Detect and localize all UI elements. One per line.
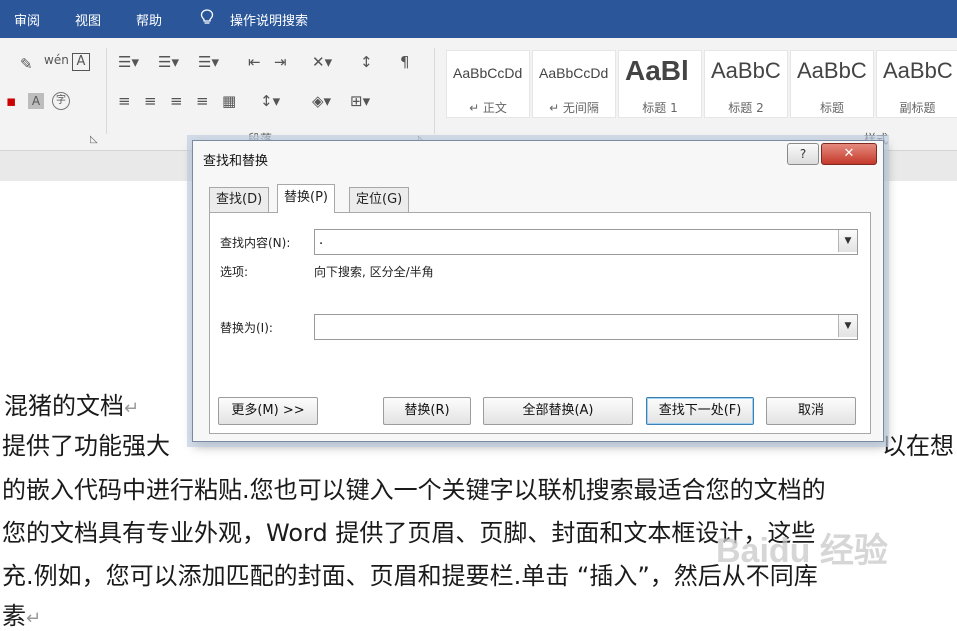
shading-icon[interactable]: ◈▾ [312, 93, 331, 109]
document-line[interactable]: 以在想 [882, 426, 954, 461]
character-shading-icon[interactable]: A [28, 93, 44, 109]
enclose-characters-icon[interactable]: 字 [52, 92, 70, 110]
show-marks-icon[interactable]: ¶ [400, 54, 410, 70]
document-line[interactable]: 提供了功能强大 [2, 426, 170, 461]
style-name: 标题 1 [642, 101, 678, 115]
replace-panel: 查找内容(N): . ▼ 选项: 向下搜索, 区分全/半角 替换为(I): ▼ … [209, 212, 871, 434]
lightbulb-icon [200, 9, 214, 24]
dialog-title: 查找和替换 [203, 154, 269, 169]
style-name: 标题 [819, 101, 844, 115]
borders-icon[interactable]: ⊞▾ [350, 93, 370, 109]
replace-button[interactable]: 替换(R) [383, 397, 471, 425]
help-button[interactable]: ? [787, 143, 819, 165]
find-what-label: 查找内容(N): [220, 236, 291, 250]
style-subtitle[interactable]: AaBbC 副标题 [876, 50, 957, 118]
character-border-icon[interactable]: A [72, 53, 90, 71]
multilevel-list-icon[interactable]: ☰▾ [198, 54, 219, 70]
more-button[interactable]: 更多(M) >> [218, 397, 318, 425]
tab-review[interactable]: 审阅 [14, 10, 40, 29]
style-heading-2[interactable]: AaBbC 标题 2 [704, 50, 788, 118]
chevron-down-icon[interactable]: ▼ [838, 230, 857, 252]
bullets-icon[interactable]: ☰▾ [118, 54, 139, 70]
watermark: Baidu 经验 [716, 532, 888, 570]
style-name: ↵ 无间隔 [549, 101, 599, 115]
sort-icon[interactable]: ↕ [360, 54, 373, 70]
style-name: 副标题 [899, 101, 936, 115]
font-color-dropdown-icon[interactable]: ▪ [6, 93, 16, 109]
align-center-icon[interactable]: ≡ [144, 93, 157, 109]
paragraph-mark: ↵ [124, 398, 140, 419]
ribbon: ✎ wén A ▪ A 字 ◺ ☰▾ ☰▾ ☰▾ ⇤ ⇥ ✕▾ ↕ ¶ ≡ ≡ … [0, 38, 957, 151]
document-line[interactable]: 的嵌入代码中进行粘贴.您也可以键入一个关键字以联机搜索最适合您的文档的 [2, 470, 826, 505]
close-button[interactable]: ✕ [821, 143, 877, 165]
find-next-button[interactable]: 查找下一处(F) [646, 397, 754, 425]
style-sample: AaBbCcDd [453, 65, 523, 81]
style-no-spacing[interactable]: AaBbCcDd ↵ 无间隔 [532, 50, 616, 118]
tab-view[interactable]: 视图 [75, 10, 101, 29]
tab-help[interactable]: 帮助 [136, 10, 162, 29]
document-heading-line[interactable]: 混猪的文档↵ [4, 386, 139, 421]
align-left-icon[interactable]: ≡ [118, 93, 131, 109]
chevron-down-icon[interactable]: ▼ [838, 315, 857, 337]
paragraph-mark: ↵ [26, 608, 42, 629]
tab-replace[interactable]: 替换(P) [277, 184, 335, 213]
line-spacing-icon[interactable]: ↕▾ [260, 93, 280, 109]
style-normal[interactable]: AaBbCcDd ↵ 正文 [446, 50, 530, 118]
numbering-icon[interactable]: ☰▾ [158, 54, 179, 70]
replace-with-input[interactable]: ▼ [314, 314, 858, 340]
style-sample: AaBl [625, 55, 689, 86]
clear-formatting-icon[interactable]: ✎ [20, 56, 33, 72]
decrease-indent-icon[interactable]: ⇤ [248, 54, 261, 70]
ribbon-tab-bar: 审阅 视图 帮助 操作说明搜索 [0, 0, 957, 38]
style-sample: AaBbC [797, 58, 867, 83]
phonetic-guide-icon[interactable]: wén [44, 52, 69, 68]
tab-find[interactable]: 查找(D) [209, 187, 270, 212]
options-label: 选项: [220, 265, 249, 279]
cancel-button[interactable]: 取消 [766, 397, 856, 425]
style-name: ↵ 正文 [469, 101, 507, 115]
style-sample: AaBbC [883, 58, 953, 83]
find-replace-dialog: 查找和替换 ? ✕ 查找(D) 替换(P) 定位(G) 查找内容(N): . ▼… [192, 140, 884, 442]
style-sample: AaBbC [711, 58, 781, 83]
justify-icon[interactable]: ≡ [196, 93, 209, 109]
increase-indent-icon[interactable]: ⇥ [274, 54, 287, 70]
document-last-line[interactable]: 素↵ [2, 596, 41, 631]
align-right-icon[interactable]: ≡ [170, 93, 183, 109]
distributed-icon[interactable]: ▦ [222, 93, 236, 109]
tab-goto[interactable]: 定位(G) [349, 187, 410, 212]
find-what-input[interactable]: . ▼ [314, 229, 858, 255]
options-value: 向下搜索, 区分全/半角 [314, 265, 434, 279]
document-line[interactable]: 您的文档具有专业外观，Word 提供了页眉、页脚、封面和文本框设计，这些 [2, 513, 815, 548]
style-heading-1[interactable]: AaBl 标题 1 [618, 50, 702, 118]
replace-all-button[interactable]: 全部替换(A) [483, 397, 633, 425]
chinese-layout-icon[interactable]: ✕▾ [312, 54, 332, 70]
replace-with-label: 替换为(I): [220, 321, 273, 335]
document-line[interactable]: 充.例如，您可以添加匹配的封面、页眉和提要栏.单击 “插入”，然后从不同库 [2, 556, 818, 591]
style-sample: AaBbCcDd [539, 65, 609, 81]
tell-me-search[interactable]: 操作说明搜索 [230, 10, 308, 29]
document-line-text: 混猪的文档 [4, 392, 124, 420]
ribbon-divider [434, 48, 435, 134]
font-dialog-launcher-icon[interactable]: ◺ [90, 134, 98, 145]
ribbon-divider [106, 48, 107, 134]
style-title[interactable]: AaBbC 标题 [790, 50, 874, 118]
document-line-text: 素 [2, 602, 26, 630]
style-name: 标题 2 [728, 101, 764, 115]
find-what-value: . [319, 233, 324, 248]
